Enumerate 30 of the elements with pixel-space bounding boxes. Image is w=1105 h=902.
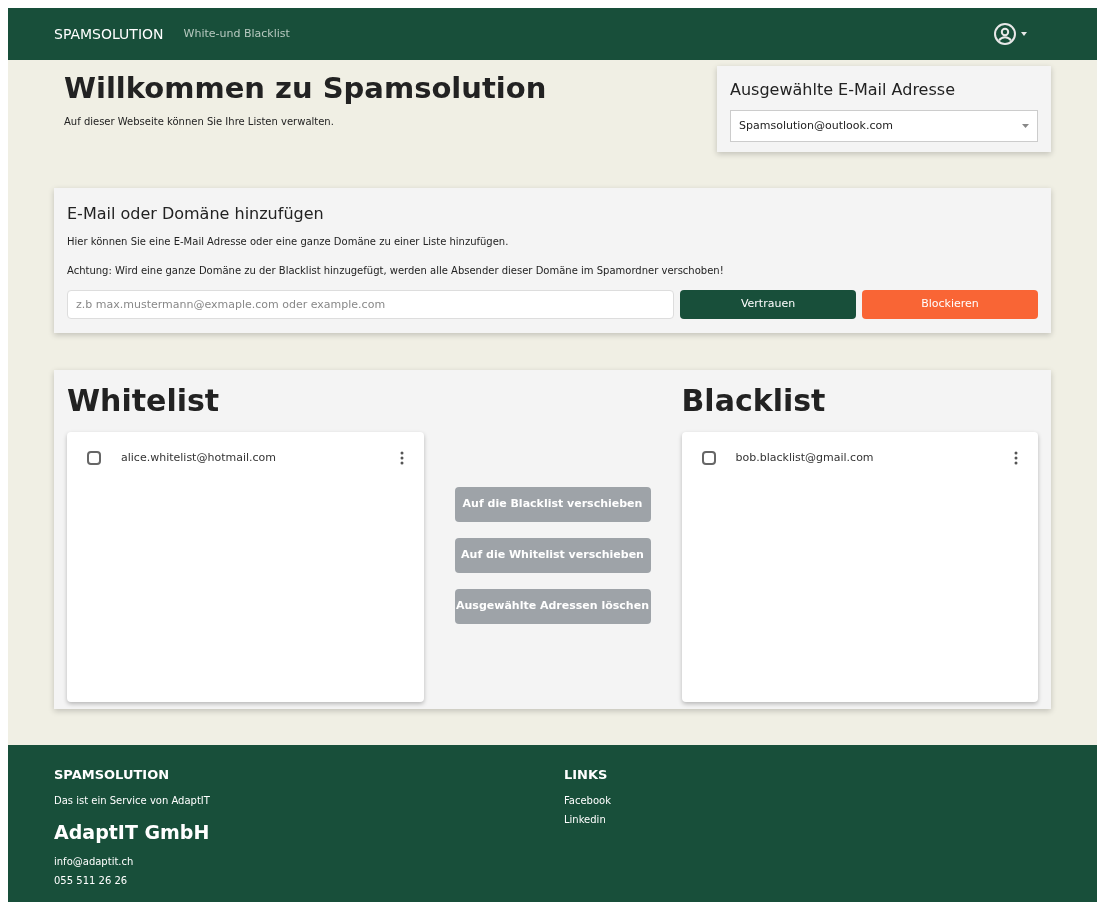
email-address: alice.whitelist@hotmail.com bbox=[121, 449, 277, 466]
card-title: Ausgewählte E-Mail Adresse bbox=[730, 79, 956, 101]
email-input-field[interactable]: z.b max.mustermann@exmaple.com oder example.com bbox=[67, 290, 674, 319]
footer-tagline: Das ist ein Service von AdaptIT bbox=[54, 793, 211, 808]
footer-brand: SPAMSOLUTION bbox=[54, 766, 171, 784]
caret-icon bbox=[1022, 124, 1029, 128]
caret-icon[interactable] bbox=[1021, 32, 1027, 36]
page-subtitle: Auf dieser Webseite können Sie Ihre Listen verwalten. bbox=[64, 115, 335, 130]
list-title: Whitelist bbox=[67, 386, 221, 416]
company-name: AdaptIT GmbH bbox=[54, 819, 211, 845]
trust-button[interactable]: Vertrauen bbox=[680, 290, 856, 319]
warning-text: Achtung: Wird eine ganze Domäne zu der Blacklist hinzugefügt, werden alle Absender dieser Domäne im Spamordner verschoben! bbox=[67, 264, 725, 278]
footer-link[interactable]: Linkedin bbox=[564, 811, 611, 827]
list-title: Blacklist bbox=[681, 386, 827, 416]
email-address: bob.blacklist@gmail.com bbox=[735, 449, 875, 466]
card-title: E-Mail oder Domäne hinzufügen bbox=[67, 203, 325, 225]
more-vertical-icon[interactable] bbox=[1014, 451, 1018, 465]
links-title: LINKS bbox=[564, 766, 609, 784]
page-title: Willkommen zu Spamsolution bbox=[64, 70, 547, 107]
email-select[interactable]: Spamsolution@outlook.com bbox=[730, 110, 1038, 142]
footer-email: info@adaptit.ch bbox=[54, 855, 135, 869]
user-circle-icon[interactable] bbox=[993, 22, 1017, 46]
brand-link[interactable]: SPAMSOLUTION bbox=[54, 23, 164, 45]
checkbox[interactable] bbox=[87, 451, 101, 465]
nav-link[interactable]: White-und Blacklist bbox=[183, 25, 290, 43]
footer-phone: 055 511 26 26 bbox=[54, 874, 129, 888]
checkbox[interactable] bbox=[701, 451, 716, 465]
info-text: Hier können Sie eine E-Mail Adresse oder eine ganze Domäne zu einer Liste hinzufügen. bbox=[67, 235, 510, 249]
footer-link[interactable]: Facebook bbox=[564, 792, 611, 808]
more-vertical-icon[interactable] bbox=[399, 451, 404, 465]
